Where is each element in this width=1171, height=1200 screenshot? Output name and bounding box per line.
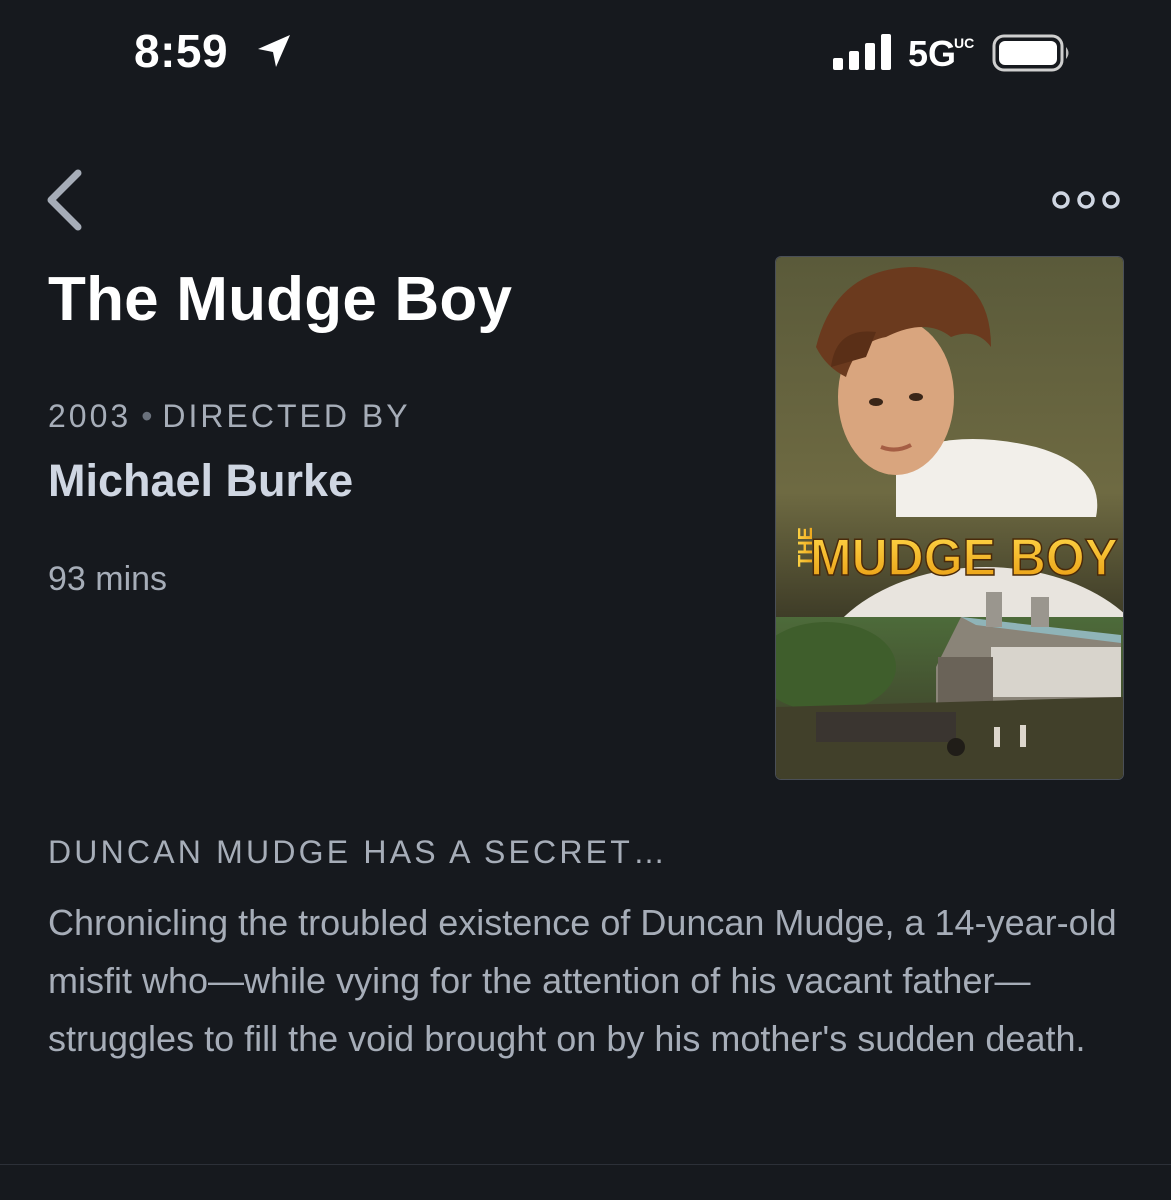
more-dots-icon: [1052, 191, 1120, 209]
film-meta: 2003 • DIRECTED BY: [48, 398, 411, 435]
chevron-left-icon: [47, 169, 82, 231]
more-options-button[interactable]: [1048, 184, 1128, 216]
poster-title-main: MUDGE BOY: [810, 529, 1118, 587]
back-button[interactable]: [40, 165, 92, 235]
battery-icon: [992, 34, 1069, 72]
meta-separator: •: [141, 398, 153, 434]
director-link[interactable]: Michael Burke: [48, 455, 353, 507]
film-title: The Mudge Boy: [48, 265, 513, 334]
runtime: 93 mins: [48, 560, 168, 598]
film-poster[interactable]: THE MUDGE BOY: [775, 256, 1124, 780]
status-time: 8:59: [134, 25, 229, 77]
status-bar: 8:59 5G UC: [0, 0, 1171, 110]
directed-by-label: DIRECTED BY: [162, 398, 411, 434]
poster-artwork: THE MUDGE BOY: [776, 257, 1123, 779]
film-synopsis: Chronicling the troubled existence of Du…: [48, 902, 1117, 1059]
film-tagline: DUNCAN MUDGE HAS A SECRET…: [48, 834, 669, 870]
network-subtype: UC: [954, 35, 975, 51]
signal-icon: [833, 34, 891, 70]
release-year[interactable]: 2003: [48, 398, 131, 434]
network-type: 5G: [908, 33, 957, 74]
section-divider: [0, 1164, 1171, 1165]
location-arrow-icon: [258, 35, 290, 67]
